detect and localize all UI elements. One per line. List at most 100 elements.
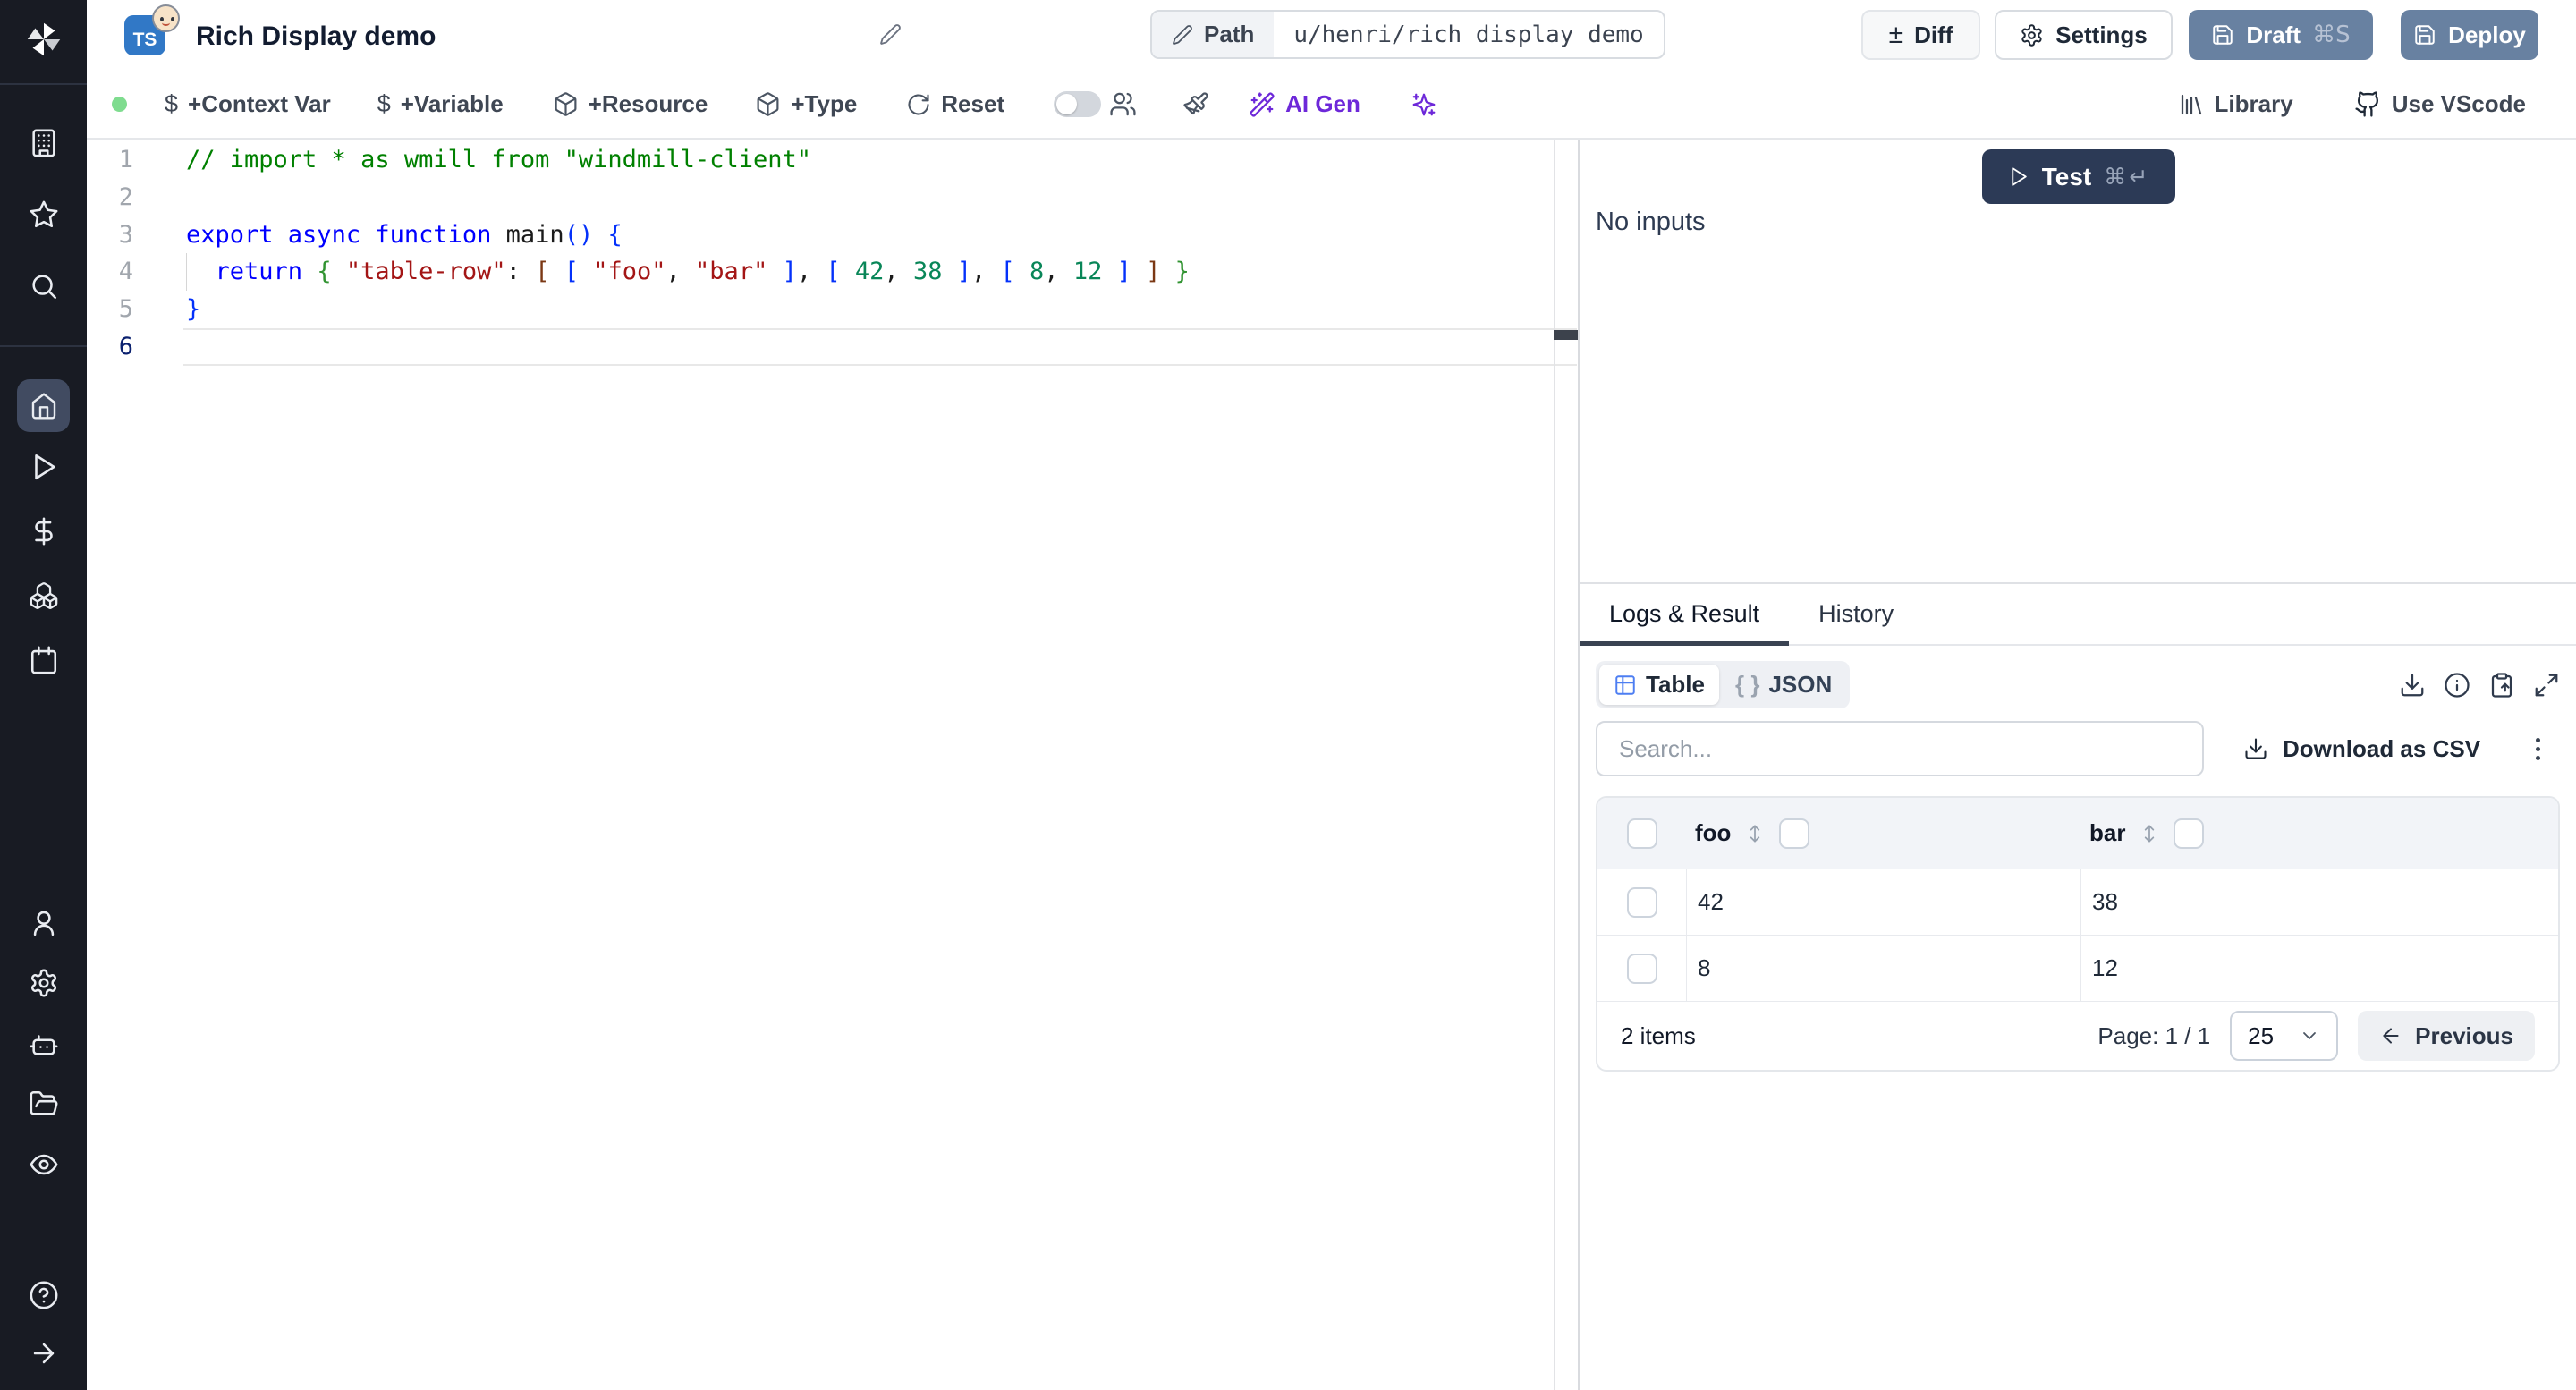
settings-button[interactable]: Settings	[1995, 10, 2173, 60]
sidebar-item-help[interactable]	[0, 1280, 87, 1310]
sidebar-item-workspace[interactable]	[0, 128, 87, 158]
tab-logs-result[interactable]: Logs & Result	[1580, 584, 1790, 646]
result-tabs: Logs & Result History	[1580, 584, 2576, 646]
code-line[interactable]	[186, 328, 1551, 366]
draft-shortcut: ⌘S	[2312, 21, 2351, 48]
ai-gen-button[interactable]: AI Gen	[1249, 90, 1360, 118]
arrows-up-down-icon	[1750, 824, 1760, 843]
run-panel: Test ⌘↵ No inputs	[1580, 140, 2576, 582]
sidebar-item-audit-logs[interactable]	[0, 1149, 87, 1180]
boxes-icon	[30, 582, 57, 609]
add-variable-button[interactable]: $ +Variable	[377, 90, 504, 118]
code-line[interactable]: // import * as wmill from "windmill-clie…	[186, 141, 1551, 179]
windmill-logo-icon	[27, 22, 60, 56]
sidebar-expand[interactable]	[0, 1338, 87, 1369]
download-result-button[interactable]	[2399, 672, 2426, 699]
ai-assistant-button[interactable]	[1411, 91, 1437, 118]
code-line[interactable]: return { "table-row": [ [ "foo", "bar" ]…	[186, 253, 1551, 291]
search-input[interactable]	[1596, 721, 2204, 776]
code-editor[interactable]: 1 2 3 4 5 6 // import * as wmill from "windmi…	[87, 140, 1578, 1390]
dollar-icon: $	[377, 90, 391, 117]
tab-history[interactable]: History	[1789, 584, 1923, 644]
table-header: foo bar	[1597, 798, 2558, 869]
code-line[interactable]: export async function main() {	[186, 216, 1551, 254]
sort-bar-button[interactable]	[2138, 822, 2161, 845]
multiplayer-button[interactable]	[1109, 90, 1137, 118]
line-number: 3	[118, 220, 133, 249]
code-line[interactable]: }	[186, 291, 1551, 328]
test-button[interactable]: Test ⌘↵	[1982, 149, 2175, 204]
download-csv-button[interactable]: Download as CSV	[2243, 735, 2480, 763]
sidebar-divider	[0, 83, 87, 85]
line-number: 1	[118, 146, 133, 174]
deploy-button[interactable]: Deploy	[2401, 10, 2538, 60]
format-button[interactable]	[1182, 91, 1209, 118]
folder-open-icon	[30, 1090, 57, 1115]
reset-button[interactable]: Reset	[906, 90, 1004, 118]
table-menu-button[interactable]	[2530, 733, 2546, 766]
sidebar-item-workers[interactable]	[0, 1029, 87, 1059]
table-cell: 8	[1686, 936, 2080, 1001]
add-resource-button[interactable]: +Resource	[553, 90, 708, 118]
sidebar-item-settings[interactable]	[0, 968, 87, 998]
copy-result-button[interactable]	[2488, 672, 2515, 699]
line-number: 4	[118, 258, 133, 286]
use-vscode-button[interactable]: Use VScode	[2354, 90, 2526, 118]
code-content[interactable]: // import * as wmill from "windmill-clie…	[186, 141, 1551, 366]
save-draft-button[interactable]: Draft ⌘S	[2189, 10, 2373, 60]
column-bar-checkbox[interactable]	[2174, 818, 2205, 849]
sidebar-item-variables[interactable]	[0, 516, 87, 547]
table-body: 42 38 8 12	[1597, 869, 2558, 1001]
minimap-border	[1554, 140, 1555, 1390]
sidebar-item-folders[interactable]	[0, 1089, 87, 1119]
sort-foo-button[interactable]	[1743, 822, 1767, 845]
arrow-left-icon	[2383, 1028, 2399, 1044]
topbar-actions: ± Diff Settings Draft ⌘S Deploy	[1861, 10, 2538, 60]
sidebar-item-favorites[interactable]	[0, 199, 87, 230]
sidebar-item-resources[interactable]	[0, 581, 87, 611]
add-type-button[interactable]: +Type	[755, 90, 857, 118]
status-dot	[112, 97, 127, 112]
result-info-button[interactable]	[2444, 672, 2470, 699]
view-mode-json[interactable]: { } JSON	[1721, 665, 1846, 705]
robot-icon	[30, 1035, 57, 1055]
diff-button[interactable]: ± Diff	[1861, 10, 1980, 60]
library-button[interactable]: Library	[2178, 90, 2293, 118]
pencil-icon	[880, 24, 901, 45]
sparkles-icon	[1412, 93, 1436, 115]
previous-page-button[interactable]: Previous	[2358, 1011, 2535, 1061]
toggle-knob	[1056, 94, 1078, 114]
top-bar: TS Rich Display demo Path u/henri/rich_d…	[87, 0, 2576, 71]
arrows-up-down-icon	[2145, 824, 2155, 843]
select-all-checkbox[interactable]	[1626, 818, 1657, 849]
sidebar-item-search[interactable]	[0, 271, 87, 301]
line-number: 2	[118, 182, 133, 211]
code-line[interactable]	[186, 179, 1551, 216]
download-icon	[2245, 738, 2267, 759]
row-checkbox[interactable]	[1626, 953, 1657, 984]
sidebar	[0, 0, 87, 1390]
add-context-var-button[interactable]: $ +Context Var	[165, 90, 331, 118]
dollar-icon: $	[165, 90, 179, 117]
windmill-logo[interactable]	[0, 18, 87, 61]
pencil-icon	[1173, 24, 1192, 45]
expand-result-button[interactable]	[2533, 672, 2560, 699]
diff-mode-toggle[interactable]	[1054, 91, 1102, 117]
page-size-select[interactable]: 25	[2230, 1011, 2339, 1061]
edit-summary-button[interactable]	[879, 23, 902, 46]
sidebar-item-users[interactable]	[0, 908, 87, 938]
sidebar-item-runs[interactable]	[0, 452, 87, 482]
sidebar-divider	[0, 345, 87, 347]
gear-icon	[30, 969, 56, 997]
sidebar-item-schedules[interactable]	[0, 645, 87, 675]
language-badge: TS	[124, 4, 180, 55]
table-grid-icon	[1615, 674, 1635, 695]
gear-icon	[2021, 23, 2042, 47]
sidebar-item-home[interactable]	[17, 379, 70, 432]
path-label: Path	[1204, 21, 1255, 47]
library-icon	[2181, 94, 2201, 114]
view-mode-table[interactable]: Table	[1599, 665, 1719, 705]
path-editor[interactable]: Path u/henri/rich_display_demo	[1150, 10, 1665, 59]
row-checkbox[interactable]	[1626, 886, 1657, 918]
column-foo-checkbox[interactable]	[1779, 818, 1810, 849]
